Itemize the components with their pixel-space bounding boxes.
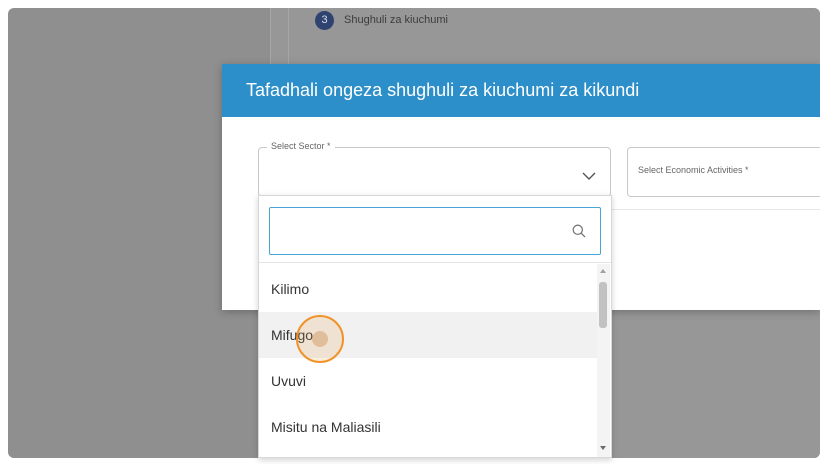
chevron-down-icon[interactable] bbox=[582, 168, 596, 186]
stepper-step: 3 Shughuli za kiuchumi bbox=[315, 10, 448, 30]
divider bbox=[259, 262, 611, 263]
step-label: Shughuli za kiuchumi bbox=[344, 14, 448, 26]
modal-title: Tafadhali ongeza shughuli za kiuchumi za… bbox=[222, 64, 820, 117]
select-economic-activities-dropdown[interactable]: Select Economic Activities * bbox=[627, 147, 820, 197]
search-field[interactable] bbox=[269, 207, 601, 255]
scroll-thumb[interactable] bbox=[599, 282, 607, 328]
option-misitu-na-maliasili[interactable]: Misitu na Maliasili bbox=[259, 404, 597, 450]
search-input[interactable] bbox=[278, 220, 562, 244]
scroll-down-arrow[interactable] bbox=[600, 446, 606, 450]
search-icon bbox=[572, 224, 586, 243]
option-uvuvi[interactable]: Uvuvi bbox=[259, 358, 597, 404]
step-number: 3 bbox=[315, 10, 334, 30]
select-sector-dropdown[interactable]: Select Sector * bbox=[258, 141, 611, 197]
economic-activities-placeholder: Select Economic Activities * bbox=[638, 165, 749, 175]
scrollbar[interactable] bbox=[597, 264, 610, 457]
cursor-dot bbox=[312, 331, 328, 347]
select-sector-label: Select Sector * bbox=[267, 141, 335, 151]
option-kilimo[interactable]: Kilimo bbox=[259, 266, 597, 312]
scroll-up-arrow[interactable] bbox=[600, 269, 606, 273]
